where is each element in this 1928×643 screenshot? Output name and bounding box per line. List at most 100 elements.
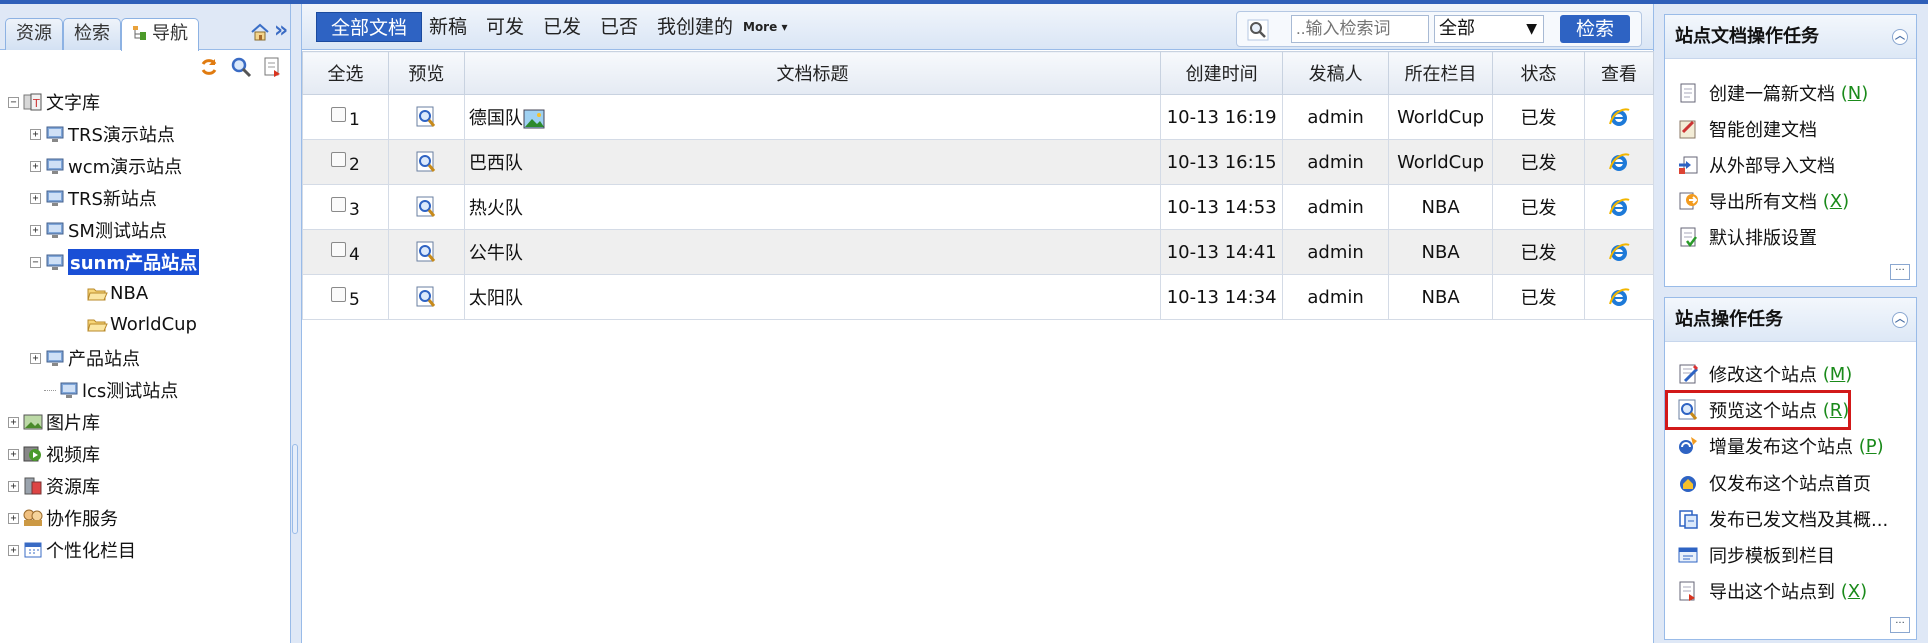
task-item[interactable]: 智能创建文档 <box>1677 115 1817 143</box>
tree-node-label: TRS演示站点 <box>68 125 175 146</box>
more-options-icon[interactable]: ··· <box>1890 264 1910 280</box>
filter-all-documents[interactable]: 全部文档 <box>316 12 423 42</box>
task-item[interactable]: 同步模板到栏目 <box>1677 541 1835 569</box>
tab-navigation[interactable]: 导航 <box>121 18 199 51</box>
more-options-icon[interactable]: ··· <box>1890 617 1910 633</box>
tree-node-site-selected[interactable]: − sunm产品站点 <box>30 248 200 276</box>
filter-publishable[interactable]: 可发 <box>486 12 524 42</box>
expand-toggle[interactable]: + <box>30 160 41 172</box>
document-title-link[interactable]: 热火队 <box>469 198 523 219</box>
expand-toggle[interactable]: + <box>8 416 19 428</box>
collapse-panel-icon[interactable]: ︿ <box>1892 29 1908 45</box>
table-row[interactable]: 1 德国队 10-13 16:19 admin WorldCup 已发 <box>302 94 1655 140</box>
filter-rejected[interactable]: 已否 <box>600 12 638 42</box>
task-item[interactable]: 修改这个站点 (M) <box>1677 360 1852 388</box>
table-row[interactable]: 3 热火队 10-13 14:53 admin NBA 已发 <box>302 184 1655 230</box>
tree-node-site[interactable]: + TRS新站点 <box>30 184 157 212</box>
select-all-header[interactable]: 全选 <box>302 51 389 95</box>
preview-icon[interactable] <box>415 106 437 128</box>
document-title-link[interactable]: 巴西队 <box>469 153 523 174</box>
task-item[interactable]: 创建一篇新文档 (N) <box>1677 79 1868 107</box>
status-header[interactable]: 状态 <box>1492 51 1585 95</box>
tab-navigation-label: 导航 <box>152 23 188 44</box>
tree-node-collaboration[interactable]: + 协作服务 <box>8 504 118 532</box>
task-item[interactable]: 导出所有文档 (X) <box>1677 187 1849 215</box>
table-row[interactable]: 2 巴西队 10-13 16:15 admin WorldCup 已发 <box>302 139 1655 185</box>
tree-node-column[interactable]: WorldCup <box>86 310 197 338</box>
row-checkbox[interactable] <box>331 196 347 212</box>
row-checkbox[interactable] <box>331 286 347 302</box>
row-checkbox[interactable] <box>331 106 347 122</box>
tree-node-site[interactable]: + wcm演示站点 <box>30 152 182 180</box>
preview-icon[interactable] <box>415 241 437 263</box>
tree-node-site[interactable]: + SM测试站点 <box>30 216 167 244</box>
expand-toggle[interactable]: + <box>30 224 41 236</box>
title-header[interactable]: 文档标题 <box>463 51 1162 95</box>
task-item[interactable]: 导出这个站点到 (X) <box>1677 577 1867 605</box>
expand-toggle[interactable]: + <box>30 128 41 140</box>
table-row[interactable]: 5 太阳队 10-13 14:34 admin NBA 已发 <box>302 274 1655 320</box>
ie-browser-icon[interactable] <box>1608 196 1630 218</box>
tree-node-site[interactable]: + 产品站点 <box>30 344 140 372</box>
preview-icon[interactable] <box>415 151 437 173</box>
collapse-toggle[interactable]: − <box>8 96 19 108</box>
tree-node-video-library[interactable]: + 视频库 <box>8 440 100 468</box>
ie-browser-icon[interactable] <box>1608 241 1630 263</box>
preview-icon[interactable] <box>415 196 437 218</box>
tree-node-custom-column[interactable]: + 个性化栏目 <box>8 536 136 564</box>
home-icon[interactable] <box>250 22 270 42</box>
document-title-link[interactable]: 太阳队 <box>469 288 523 309</box>
column-header[interactable]: 所在栏目 <box>1388 51 1494 95</box>
export-tree-icon[interactable] <box>262 56 284 78</box>
filter-draft[interactable]: 新稿 <box>429 12 467 42</box>
preview-icon[interactable] <box>415 286 437 308</box>
tree-node-text-library[interactable]: − T 文字库 <box>8 88 100 116</box>
tree-node-resource-library[interactable]: + 资源库 <box>8 472 100 500</box>
document-title-link[interactable]: 德国队 <box>469 108 523 129</box>
splitter-grip[interactable] <box>292 444 298 534</box>
task-item[interactable]: 增量发布这个站点 (P) <box>1677 432 1884 460</box>
search-input[interactable] <box>1291 15 1429 43</box>
expand-toggle[interactable]: + <box>8 544 19 556</box>
author-cell: admin <box>1282 94 1390 140</box>
tab-search[interactable]: 检索 <box>63 18 121 50</box>
search-button[interactable]: 检索 <box>1560 15 1630 43</box>
expand-toggle[interactable]: + <box>8 480 19 492</box>
ie-browser-icon[interactable] <box>1608 286 1630 308</box>
collapse-panel-icon[interactable]: » <box>274 18 288 43</box>
tab-resources[interactable]: 资源 <box>5 18 63 50</box>
table-row[interactable]: 4 公牛队 10-13 14:41 admin NBA 已发 <box>302 229 1655 275</box>
row-checkbox[interactable] <box>331 151 347 167</box>
expand-toggle[interactable]: + <box>30 352 41 364</box>
task-item-label: 智能创建文档 <box>1709 120 1817 141</box>
expand-toggle[interactable]: + <box>8 448 19 460</box>
panel-splitter[interactable] <box>291 4 301 643</box>
tree-node-column[interactable]: NBA <box>86 279 148 307</box>
filter-published[interactable]: 已发 <box>543 12 581 42</box>
task-item[interactable]: 仅发布这个站点首页 <box>1677 469 1871 497</box>
ie-browser-icon[interactable] <box>1608 151 1630 173</box>
more-filters-button[interactable]: More ▾ <box>743 12 787 42</box>
task-item[interactable]: 默认排版设置 <box>1677 223 1817 251</box>
search-scope-select[interactable]: 全部 ▼ <box>1434 15 1544 43</box>
filter-mine[interactable]: 我创建的 <box>657 12 733 42</box>
author-header[interactable]: 发稿人 <box>1282 51 1390 95</box>
tree-toolbar <box>0 50 290 80</box>
collapse-toggle[interactable]: − <box>30 256 41 268</box>
find-icon[interactable] <box>230 56 252 78</box>
document-title-link[interactable]: 公牛队 <box>469 243 523 264</box>
tree-node-label: NBA <box>110 282 149 304</box>
tree-node-site[interactable]: + TRS演示站点 <box>30 120 175 148</box>
collapse-panel-icon[interactable]: ︿ <box>1892 312 1908 328</box>
refresh-icon[interactable] <box>198 56 220 78</box>
task-item[interactable]: 从外部导入文档 <box>1677 151 1835 179</box>
expand-toggle[interactable]: + <box>30 192 41 204</box>
created-time-header[interactable]: 创建时间 <box>1160 51 1284 95</box>
tree-node-picture-library[interactable]: + 图片库 <box>8 408 100 436</box>
task-item[interactable]: 发布已发文档及其概... <box>1677 505 1888 533</box>
tree-node-site[interactable]: lcs测试站点 <box>44 376 178 404</box>
expand-toggle[interactable]: + <box>8 512 19 524</box>
view-cell <box>1583 139 1655 185</box>
ie-browser-icon[interactable] <box>1608 106 1630 128</box>
row-checkbox[interactable] <box>331 241 347 257</box>
